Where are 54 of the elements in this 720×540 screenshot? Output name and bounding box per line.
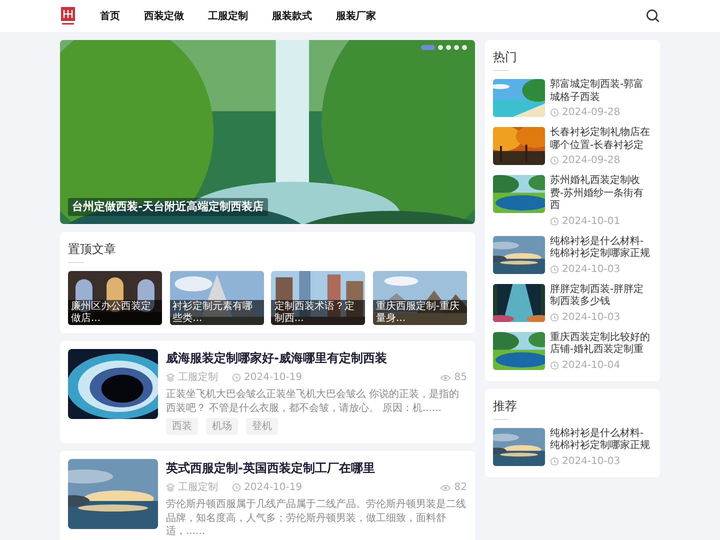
date-label: 2024-10-19 — [244, 371, 302, 385]
sidebar-link[interactable]: 长春衬衫定制礼物店在哪个位置-长春衬衫定 — [550, 127, 652, 152]
carousel-dot[interactable] — [462, 45, 467, 50]
article-excerpt: 劳伦斯丹顿西服属于几线产品属于二线产品。劳伦斯丹顿男装是二线品牌，知名度高，人气多；劳伦斯丹顿男装，做工细致，面料舒适，...... — [166, 498, 467, 538]
date-label: 2024-10-19 — [244, 481, 302, 495]
clock-icon — [550, 156, 559, 165]
eye-icon — [440, 374, 452, 382]
layers-icon — [166, 373, 175, 382]
thumbnail-caption[interactable]: 廉州区办公西装定做店... — [68, 300, 162, 325]
article-title[interactable]: 英式西服定制-英国西装定制工厂在哪里 — [166, 459, 467, 477]
clock-icon — [550, 264, 559, 274]
clock-icon — [550, 108, 559, 117]
carousel-dot[interactable] — [446, 45, 451, 50]
clock-icon — [550, 216, 559, 226]
thumbnail-caption[interactable]: 定制西装术语？定制西... — [271, 300, 366, 325]
eye-icon — [440, 484, 452, 492]
sidebar-link[interactable]: 郭富城定制西装-郭富城格子西装 — [550, 79, 652, 104]
clock-icon — [550, 360, 559, 370]
date-label: 2024-09-28 — [562, 106, 620, 120]
article-excerpt: 正装坐飞机大巴会皱么正装坐飞机大巴会皱么 你说的正装，是指的西装吧？ 不管是什么衣服，都不会皱，请放心。 原因：机...... — [166, 388, 460, 415]
clock-icon — [550, 456, 559, 466]
date-label: 2024-10-03 — [562, 310, 620, 324]
clock-icon — [232, 483, 241, 492]
clock-icon — [550, 312, 559, 322]
clock-icon — [232, 373, 241, 382]
section-title: 推荐 — [493, 398, 518, 414]
sidebar-link[interactable]: 苏州婚礼西装定制收费-苏州婚纱一条街有西 — [550, 175, 652, 212]
nav-link[interactable]: 服装厂家 — [336, 8, 376, 24]
nav-link[interactable]: 工服定制 — [208, 8, 248, 24]
article-title[interactable]: 威海服装定制哪家好-威海哪里有定制西装 — [166, 349, 467, 367]
slide-caption[interactable]: 台州定做西装-天台附近高端定制西装店 — [68, 198, 268, 216]
layers-icon — [166, 483, 175, 492]
date-label: 2024-10-03 — [562, 262, 620, 276]
nav-link[interactable]: 西装定做 — [144, 8, 184, 24]
sidebar-link[interactable]: 纯棉衬衫是什么材料-纯棉衬衫定制哪家正规 — [550, 236, 652, 260]
carousel-dot[interactable] — [438, 45, 443, 50]
date-label: 2024-09-28 — [562, 154, 620, 168]
sidebar-link[interactable]: 胖胖定制西装-胖胖定制西装多少钱 — [550, 284, 652, 308]
nav-link[interactable]: 服装款式 — [272, 8, 312, 24]
date-label: 2024-10-04 — [562, 358, 620, 372]
sidebar-link[interactable]: 纯棉衬衫是什么材料-纯棉衬衫定制哪家正规 — [550, 428, 652, 452]
thumbnail-caption[interactable]: 衬衫定制元素有哪些类... — [170, 300, 264, 325]
view-count: 82 — [454, 481, 467, 495]
date-label: 2024-10-03 — [562, 454, 620, 468]
view-count: 85 — [454, 371, 467, 385]
carousel-dot[interactable] — [454, 45, 459, 50]
thumbnail-caption[interactable]: 重庆西服定制-重庆量身... — [372, 300, 467, 325]
section-title: 置顶文章 — [68, 241, 117, 258]
sidebar-link[interactable]: 重庆西装定制比较好的店铺-婚礼西装定制重 — [550, 332, 652, 356]
date-label: 2024-10-01 — [562, 214, 620, 228]
nav-link[interactable]: 首页 — [100, 8, 120, 24]
section-title: 热门 — [493, 49, 518, 66]
logo — [60, 6, 76, 26]
search-icon[interactable] — [646, 9, 660, 23]
